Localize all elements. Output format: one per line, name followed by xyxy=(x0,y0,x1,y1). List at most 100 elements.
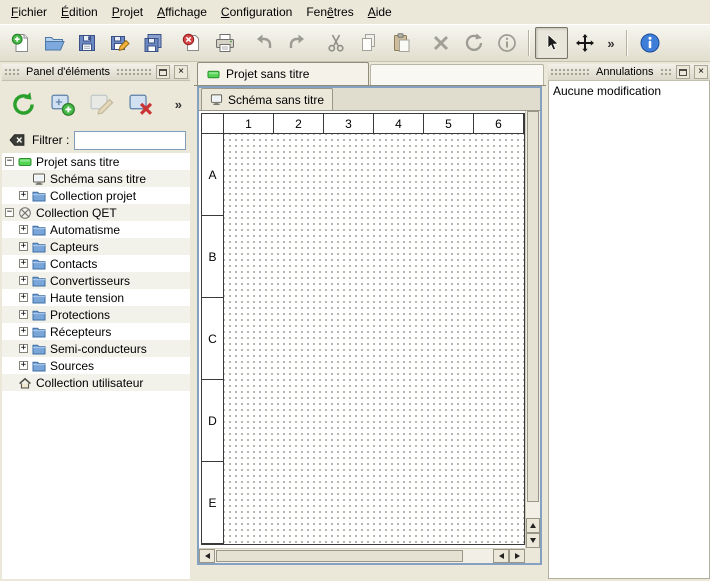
schema-tab[interactable]: Schéma sans titre xyxy=(201,88,333,110)
tree-item-label: Projet sans titre xyxy=(36,155,119,169)
delete-button[interactable] xyxy=(424,27,457,59)
folder-icon xyxy=(32,274,46,288)
elements-tree: −Projet sans titreSchéma sans titre+Coll… xyxy=(2,153,190,579)
tree-item-convertisseurs[interactable]: + Convertisseurs xyxy=(2,272,190,289)
select-arrow-button[interactable] xyxy=(535,27,568,59)
expander-icon[interactable]: + xyxy=(19,225,28,234)
new-file-icon xyxy=(10,32,32,54)
close-file-icon xyxy=(181,32,203,54)
redo-button[interactable] xyxy=(280,27,313,59)
open-folder-icon xyxy=(43,32,65,54)
undo-panel-close-button[interactable]: × xyxy=(694,65,708,79)
undo-panel-title: Annulations xyxy=(594,66,656,78)
tree-item-projet-sans-titre[interactable]: − Projet sans titre xyxy=(2,153,190,170)
vertical-scrollbar[interactable] xyxy=(525,111,540,548)
tree-item-collection-qet[interactable]: −Collection QET xyxy=(2,204,190,221)
undo-button[interactable] xyxy=(247,27,280,59)
expander-icon[interactable]: + xyxy=(19,361,28,370)
clear-filter-button[interactable] xyxy=(6,130,27,151)
tree-item-label: Récepteurs xyxy=(50,325,111,339)
folder-icon xyxy=(32,223,46,237)
scroll-left-button-2[interactable] xyxy=(493,549,509,563)
close-file-button[interactable] xyxy=(175,27,208,59)
tree-item-recepteurs[interactable]: + Récepteurs xyxy=(2,323,190,340)
toolbar-overflow-button[interactable]: » xyxy=(601,27,621,59)
new-file-button[interactable] xyxy=(4,27,37,59)
elements-panel-float-button[interactable] xyxy=(156,65,170,79)
tree-item-contacts[interactable]: +Contacts xyxy=(2,255,190,272)
menu-fichier[interactable]: Fichier xyxy=(4,0,54,24)
menubar: FichierÉditionProjetAffichageConfigurati… xyxy=(0,0,710,24)
project-tab[interactable]: Projet sans titre xyxy=(197,62,369,85)
folder-icon xyxy=(32,189,46,203)
filter-input[interactable] xyxy=(74,131,186,150)
scroll-up-button[interactable] xyxy=(526,518,540,533)
menu-aide[interactable]: Aide xyxy=(361,0,399,24)
horizontal-scrollbar-thumb[interactable] xyxy=(216,550,463,562)
expander-icon[interactable]: + xyxy=(19,310,28,319)
elements-panel-close-button[interactable]: × xyxy=(174,65,188,79)
tree-item-label: Semi-conducteurs xyxy=(50,342,147,356)
expander-icon[interactable]: + xyxy=(19,259,28,268)
expander-icon[interactable]: − xyxy=(5,208,14,217)
expander-icon[interactable]: + xyxy=(19,242,28,251)
expander-icon[interactable]: + xyxy=(19,327,28,336)
right-arrow-icon xyxy=(515,553,520,559)
about-button[interactable] xyxy=(633,27,666,59)
diagram-tabbar: Schéma sans titre xyxy=(199,88,540,111)
tree-item-semi-conducteurs[interactable]: + Semi-conducteurs xyxy=(2,340,190,357)
tree-item-collection-utilisateur[interactable]: Collection utilisateur xyxy=(2,374,190,391)
paste-button[interactable] xyxy=(385,27,418,59)
undo-panel-float-button[interactable] xyxy=(676,65,690,79)
panel-overflow-button[interactable]: » xyxy=(175,97,182,112)
tree-item-label: Automatisme xyxy=(50,223,120,237)
undo-empty-item[interactable]: Aucune modification xyxy=(549,81,709,101)
save-button[interactable] xyxy=(70,27,103,59)
left-arrow-icon xyxy=(499,553,504,559)
ruler-column-6: 6 xyxy=(474,114,524,134)
element-new-button[interactable] xyxy=(44,86,80,122)
expander-icon[interactable]: + xyxy=(19,191,28,200)
save-all-button[interactable] xyxy=(136,27,169,59)
float-icon xyxy=(679,69,687,76)
reload-button[interactable] xyxy=(5,86,41,122)
element-delete-button[interactable] xyxy=(122,86,158,122)
cut-button[interactable] xyxy=(319,27,352,59)
save-as-button[interactable] xyxy=(103,27,136,59)
rotate-button[interactable] xyxy=(457,27,490,59)
tree-item-haute-tension[interactable]: +Haute tension xyxy=(2,289,190,306)
print-button[interactable] xyxy=(208,27,241,59)
diagram-grid[interactable] xyxy=(224,134,524,544)
folder-icon xyxy=(32,325,46,339)
vertical-scrollbar-thumb[interactable] xyxy=(527,111,539,502)
scroll-down-button[interactable] xyxy=(526,533,540,548)
menu-configuration[interactable]: Configuration xyxy=(214,0,299,24)
ruler-row-D: D xyxy=(202,380,224,462)
tree-item-collection-projet[interactable]: +Collection projet xyxy=(2,187,190,204)
tree-item-capteurs[interactable]: +Capteurs xyxy=(2,238,190,255)
diagram-view[interactable]: 123456ABCDE xyxy=(199,111,540,563)
expander-icon[interactable]: − xyxy=(5,157,14,166)
move-button[interactable] xyxy=(568,27,601,59)
tree-item-schema-sans-titre[interactable]: Schéma sans titre xyxy=(2,170,190,187)
folder-icon xyxy=(32,240,46,254)
open-folder-button[interactable] xyxy=(37,27,70,59)
tree-item-automatisme[interactable]: + Automatisme xyxy=(2,221,190,238)
tree-item-protections[interactable]: +Protections xyxy=(2,306,190,323)
copy-button[interactable] xyxy=(352,27,385,59)
element-edit-button[interactable] xyxy=(83,86,119,122)
expander-icon[interactable]: + xyxy=(19,344,28,353)
menu-fenetres[interactable]: Fenêtres xyxy=(299,0,360,24)
menu-affichage[interactable]: Affichage xyxy=(150,0,214,24)
scroll-right-button[interactable] xyxy=(509,549,525,563)
horizontal-scrollbar[interactable] xyxy=(199,548,525,563)
scroll-left-button[interactable] xyxy=(199,549,215,563)
expander-icon[interactable]: + xyxy=(19,293,28,302)
move-icon xyxy=(574,32,596,54)
info-button[interactable] xyxy=(490,27,523,59)
tree-item-sources[interactable]: +Sources xyxy=(2,357,190,374)
tree-item-label: Convertisseurs xyxy=(50,274,130,288)
expander-icon[interactable]: + xyxy=(19,276,28,285)
menu-edition[interactable]: Édition xyxy=(54,0,105,24)
menu-projet[interactable]: Projet xyxy=(105,0,150,24)
